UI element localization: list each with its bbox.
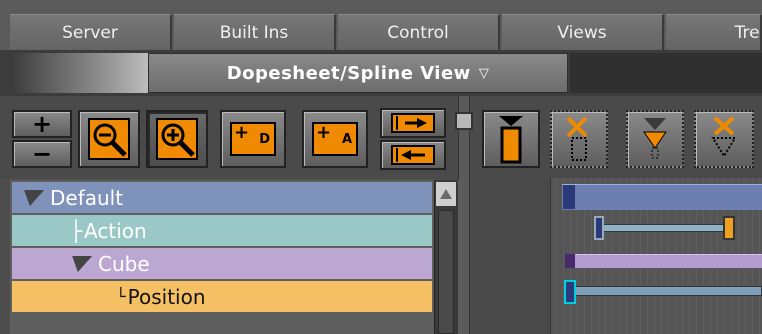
tab-views[interactable]: Views	[502, 14, 664, 50]
tab-server[interactable]: Server	[10, 14, 172, 50]
scroll-up-arrow-icon	[440, 189, 452, 199]
add-action-button[interactable]: + A	[302, 110, 368, 168]
tab-label: Server	[62, 22, 118, 43]
tree-row-label: Cube	[98, 251, 150, 276]
track-bar-position[interactable]	[570, 286, 762, 296]
zoom-out-button[interactable]	[78, 110, 140, 168]
view-selector-dropdown[interactable]: Dopesheet/Spline View ▽	[148, 53, 568, 93]
director-letter: D	[259, 131, 270, 147]
view-header-filler	[570, 53, 762, 93]
delete-key-down-icon	[711, 116, 737, 158]
tab-label: Tree	[734, 22, 760, 43]
tree-row-label: Action	[84, 218, 147, 243]
tree-row-cube[interactable]: Cube	[12, 248, 432, 279]
keyframe-position[interactable]	[564, 280, 576, 304]
delete-key-down-button[interactable]	[694, 110, 754, 168]
zoom-out-icon	[88, 118, 130, 160]
tab-tree[interactable]: Tree	[666, 14, 762, 50]
add-director-icon: + D	[230, 122, 276, 156]
expand-triangle-icon[interactable]	[67, 255, 93, 272]
key-down-icon	[643, 118, 667, 159]
zoom-in-button[interactable]	[146, 110, 208, 168]
tab-label: Built Ins	[219, 22, 289, 43]
track-bar-cube[interactable]	[566, 254, 762, 268]
scroll-thumb[interactable]	[438, 210, 454, 334]
tree-branch-icon: └	[116, 287, 126, 306]
tree-row-label: Position	[127, 284, 206, 309]
action-letter: A	[341, 131, 352, 147]
minus-icon: −	[31, 140, 53, 168]
delete-keyframe-button[interactable]	[550, 110, 608, 168]
tree-row-default[interactable]: Default	[12, 182, 432, 213]
playhead-icon	[499, 116, 523, 164]
add-director-button[interactable]: + D	[220, 110, 286, 168]
tree-row-position[interactable]: └ Position	[12, 281, 432, 312]
collapse-button[interactable]: −	[12, 140, 72, 168]
expand-timeline-button[interactable]	[380, 108, 446, 138]
collapse-timeline-button[interactable]	[380, 140, 446, 170]
keyframe-action-start[interactable]	[594, 216, 604, 240]
tree-branch-icon: ├	[70, 218, 83, 243]
expand-triangle-icon[interactable]	[19, 189, 45, 206]
tree-row-action[interactable]: ├ Action	[12, 215, 432, 246]
current-time-button[interactable]	[482, 110, 540, 168]
keyframe-start[interactable]	[563, 185, 575, 209]
chevron-down-icon: ▽	[478, 65, 490, 81]
add-action-icon: + A	[312, 122, 358, 156]
scroll-up-button[interactable]	[436, 182, 456, 206]
collapse-left-icon	[391, 145, 435, 165]
keyframe-cube[interactable]	[565, 254, 575, 268]
track-divider	[550, 178, 551, 334]
plus-icon: +	[31, 110, 53, 138]
tab-built-ins[interactable]: Built Ins	[174, 14, 336, 50]
track-bar-default[interactable]	[562, 184, 762, 210]
tab-label: Control	[387, 22, 449, 43]
expand-button[interactable]: +	[12, 110, 72, 138]
track-bar-action[interactable]	[598, 224, 728, 232]
tab-label: Views	[557, 22, 607, 43]
keyframe-action-end[interactable]	[723, 216, 735, 240]
delete-key-icon	[566, 116, 588, 161]
add-key-down-button[interactable]	[626, 110, 684, 168]
view-header-gradient	[10, 53, 148, 93]
tree-row-label: Default	[50, 185, 124, 210]
splitter-handle[interactable]	[455, 112, 473, 130]
view-title: Dopesheet/Spline View	[226, 62, 471, 84]
tab-control[interactable]: Control	[338, 14, 500, 50]
expand-right-icon	[391, 113, 435, 133]
zoom-in-icon	[156, 118, 198, 160]
